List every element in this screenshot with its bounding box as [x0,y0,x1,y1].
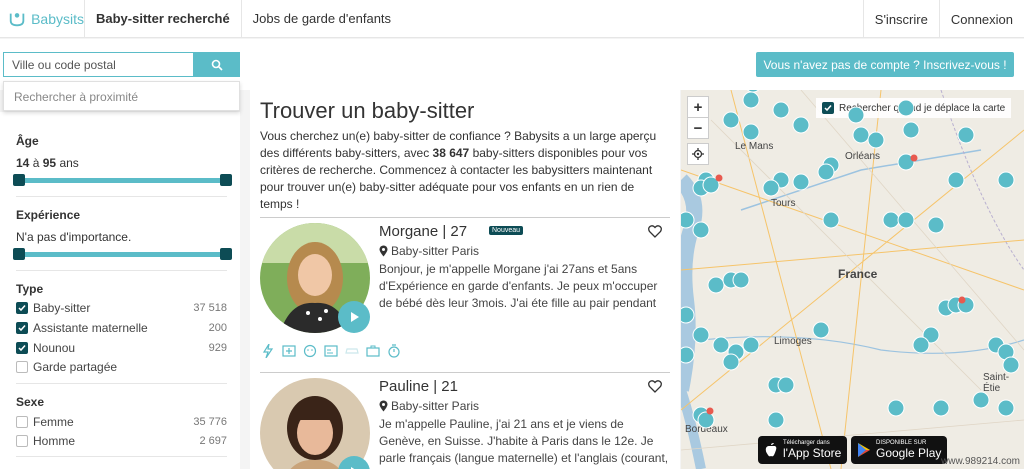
experience-min-handle[interactable] [13,248,25,260]
age-range-text: 14 à 95 ans [16,156,79,170]
checkbox-checked[interactable] [16,322,28,334]
play-icon [351,312,359,322]
results-panel: Trouver un baby-sitter Vous cherchez un(… [250,90,680,469]
skills-icons [260,343,407,358]
car-icon [344,343,359,358]
nav-jobs[interactable]: Jobs de garde d'enfants [242,0,402,38]
signup-cta-button[interactable]: Vous n'avez pas de compte ? Inscrivez-vo… [756,52,1014,77]
sexe-option-label: Femme [33,415,74,429]
type-option-count: 200 [208,322,227,334]
babysitter-name[interactable]: Pauline | 21 [379,378,458,395]
checkbox-unchecked[interactable] [16,361,28,373]
age-filter-title: Âge [16,134,39,148]
type-option-garde-partagee[interactable]: Garde partagée [16,358,227,376]
favorite-button[interactable] [648,225,662,243]
babysitter-location: Baby-sitter Paris [379,244,479,258]
babysitter-card[interactable]: Morgane | 27 Nouveau Baby-sitter Paris B… [260,223,670,363]
heart-icon [648,225,662,238]
filter-divider [16,196,227,197]
search-icon [211,59,223,71]
briefcase-icon [365,343,380,358]
type-option-nounou[interactable]: Nounou 929 [16,339,227,357]
sexe-option-femme[interactable]: Femme 35 776 [16,413,227,431]
intro-text: Vous cherchez un(e) baby-sitter de confi… [260,129,657,211]
first-aid-icon [281,343,296,358]
sexe-option-count: 2 697 [199,435,227,447]
babysitter-location: Baby-sitter Paris [379,399,479,413]
age-max-handle[interactable] [220,174,232,186]
type-filter-title: Type [16,282,44,296]
search-button[interactable] [193,52,240,77]
lightning-icon [260,343,275,358]
babysitter-card[interactable]: Pauline | 21 Baby-sitter Paris Je m'appe… [260,378,670,469]
checkmark-icon [18,305,26,312]
type-option-label: Assistante maternelle [33,321,148,335]
search-nearby-suggestion[interactable]: Rechercher à proximité [3,81,240,111]
location-pin-icon [379,400,388,412]
type-option-count: 929 [208,342,227,354]
map[interactable]: + − Rechercher quand je déplace la carte… [681,90,1024,469]
type-option-label: Nounou [33,341,76,355]
experience-filter-title: Expérience [16,208,81,222]
results-divider [260,372,670,373]
location-pin-icon [379,245,388,257]
logo-text: Babysits [31,10,84,27]
checkbox-unchecked[interactable] [16,435,28,447]
filter-divider [16,270,227,271]
age-slider [13,174,232,186]
top-header: Babysits Baby-sitter recherché Jobs de g… [0,0,1024,38]
babysits-logo-icon [9,12,25,26]
type-option-babysitter[interactable]: Baby-sitter 37 518 [16,299,227,317]
checkmark-icon [18,345,26,352]
babysitter-name[interactable]: Morgane | 27 [379,223,467,240]
sexe-option-homme[interactable]: Homme 2 697 [16,432,227,450]
type-option-assistante[interactable]: Assistante maternelle 200 [16,319,227,337]
play-video-button[interactable] [338,301,370,333]
experience-value: N'a pas d'importance. [16,230,132,244]
nav-babysitter-search[interactable]: Baby-sitter recherché [85,0,241,38]
babysitter-count: 38 647 [432,146,470,160]
favorite-button[interactable] [648,380,662,398]
checkbox-unchecked[interactable] [16,416,28,428]
type-option-label: Baby-sitter [33,301,91,315]
sexe-option-count: 35 776 [193,416,227,428]
babysitter-description: Je m'appelle Pauline, j'ai 21 ans et je … [379,417,669,465]
google-play-big-text: Google Play [876,446,942,460]
signup-link[interactable]: S'inscrire [864,0,939,38]
sexe-filter-title: Sexe [16,395,45,409]
results-divider [260,217,670,218]
map-markers [681,90,1020,429]
age-min-handle[interactable] [13,174,25,186]
heart-icon [648,380,662,393]
baby-icon [302,343,317,358]
type-option-count: 37 518 [193,302,227,314]
filters-sidebar: Âge 14 à 95 ans Expérience N'a pas d'imp… [0,112,240,469]
checkbox-checked[interactable] [16,342,28,354]
apple-icon [765,443,777,457]
login-link[interactable]: Connexion [940,0,1024,38]
type-option-label: Garde partagée [33,360,118,374]
watermark: www.989214.com [941,456,1020,467]
sexe-option-label: Homme [33,434,76,448]
new-badge: Nouveau [489,226,524,235]
location-search-input[interactable] [3,52,193,77]
google-play-badge[interactable]: DISPONIBLE SUR Google Play [851,436,948,464]
checkmark-icon [18,325,26,332]
experience-max-handle[interactable] [220,248,232,260]
id-card-icon [323,343,338,358]
app-store-big-text: l'App Store [783,446,842,460]
app-store-badge[interactable]: Télécharger dans l'App Store [758,436,848,464]
filter-divider [16,383,227,384]
babysitter-description: Bonjour, je m'appelle Morgane j'ai 27ans… [379,262,658,310]
experience-slider [13,248,232,260]
checkbox-checked[interactable] [16,302,28,314]
logo[interactable]: Babysits [0,0,84,38]
page-title: Trouver un baby-sitter [260,98,475,123]
filter-divider [16,456,227,457]
google-play-icon [858,443,870,457]
timer-icon [386,343,401,358]
